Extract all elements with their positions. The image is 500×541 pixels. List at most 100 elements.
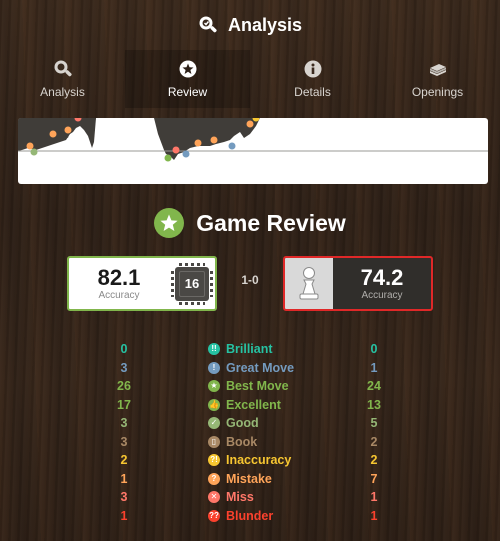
- black-count: 1: [370, 508, 378, 523]
- blunder-icon: ??: [208, 509, 220, 522]
- page-header: Analysis: [0, 0, 500, 50]
- best-move-icon: ★: [208, 380, 220, 392]
- tab-review[interactable]: Review: [125, 50, 250, 108]
- classification-row-best-move[interactable]: 26 ★ Best Move 24: [0, 377, 500, 396]
- classification-name: Miss: [226, 490, 254, 504]
- evaluation-graph[interactable]: [18, 118, 488, 184]
- tab-openings-label: Openings: [411, 85, 464, 99]
- white-count: 0: [120, 342, 128, 356]
- magnifier-icon: [199, 16, 217, 33]
- classification-label: 👍 Excellent: [208, 398, 281, 412]
- chip-icon: 16: [171, 262, 213, 305]
- black-count: 7: [370, 471, 378, 486]
- black-player-card[interactable]: 74.2 Accuracy: [283, 256, 433, 311]
- classification-name: Blunder: [226, 508, 274, 523]
- move-dot-mistake: [64, 126, 72, 134]
- move-dot-great: [182, 150, 190, 158]
- white-accuracy-label: Accuracy: [98, 289, 140, 301]
- white-count: 3: [120, 360, 128, 375]
- info-icon: [304, 60, 321, 78]
- classification-row-excellent[interactable]: 17 👍 Excellent 13: [0, 396, 500, 415]
- miss-icon: ✕: [208, 491, 220, 503]
- classification-label: ✕ Miss: [208, 490, 254, 504]
- tab-review-label: Review: [167, 85, 208, 99]
- classification-label: ?! Inaccuracy: [208, 453, 291, 467]
- black-count: 1: [370, 490, 378, 504]
- black-count: 13: [367, 397, 381, 412]
- classification-name: Great Move: [226, 360, 295, 375]
- classification-name: Excellent: [226, 397, 281, 412]
- classification-row-inaccuracy[interactable]: 2?! Inaccuracy 2: [0, 451, 500, 470]
- classification-name: Book: [226, 434, 258, 449]
- tab-details-label: Details: [294, 85, 331, 99]
- black-count: 2: [370, 453, 378, 467]
- classification-label: !! Brilliant: [208, 342, 273, 356]
- black-count: 1: [370, 360, 378, 375]
- black-count: 5: [370, 416, 378, 430]
- bot-level: 16: [184, 276, 200, 291]
- star-icon: [179, 60, 196, 78]
- white-count: 1: [120, 471, 128, 486]
- white-accuracy-value: 82.1: [97, 264, 141, 290]
- black-count: 24: [367, 379, 381, 393]
- inaccuracy-icon: ?!: [208, 454, 220, 466]
- white-count: 3: [120, 416, 128, 430]
- black-accuracy: 74.2 Accuracy: [333, 258, 431, 309]
- tab-analysis-label: Analysis: [40, 85, 85, 99]
- magnifier-icon: [54, 60, 72, 77]
- game-review-heading: Game Review: [0, 205, 500, 241]
- tab-analysis[interactable]: Analysis: [0, 50, 125, 108]
- black-accuracy-value: 74.2: [360, 264, 404, 290]
- bot-avatar: 16: [169, 258, 215, 309]
- brilliant-icon: !!: [208, 343, 220, 355]
- move-dot-great: [228, 142, 236, 150]
- game-review-title: Game Review: [196, 209, 346, 236]
- classification-name: Inaccuracy: [226, 453, 292, 467]
- move-dot-miss: [172, 146, 180, 154]
- classification-row-book[interactable]: 3 ▯ Book 2: [0, 433, 500, 452]
- star-icon: [154, 208, 185, 238]
- classification-name: Good: [226, 416, 259, 430]
- classification-label: ✓ Good: [208, 416, 259, 430]
- classification-row-miss[interactable]: 3 ✕ Miss 1: [0, 488, 500, 507]
- white-count: 17: [117, 397, 131, 412]
- white-player-card[interactable]: 82.1 Accuracy 16: [67, 256, 217, 311]
- white-count: 2: [120, 453, 128, 467]
- page-title: Analysis: [227, 14, 303, 35]
- pawn-avatar: [285, 258, 333, 309]
- white-count: 3: [120, 434, 128, 449]
- move-dot-mistake: [26, 142, 34, 150]
- classification-row-brilliant[interactable]: 0!! Brilliant 0: [0, 340, 500, 359]
- great-move-icon: !: [208, 361, 220, 374]
- evaluation-graph-svg: [18, 118, 488, 162]
- classification-label: ?? Blunder: [208, 509, 273, 523]
- classification-row-mistake[interactable]: 1 ? Mistake 7: [0, 470, 500, 489]
- white-count: 26: [117, 379, 131, 393]
- game-result: 1-0: [241, 273, 259, 287]
- classification-label: ? Mistake: [208, 472, 272, 486]
- book-stack-icon: [429, 64, 446, 76]
- tab-bar: Analysis Review Details Openings: [0, 50, 500, 108]
- classification-name: Best Move: [226, 379, 289, 393]
- classification-row-blunder[interactable]: 1?? Blunder 1: [0, 507, 500, 526]
- move-dot-mistake: [49, 130, 57, 138]
- move-dot-best: [164, 154, 172, 162]
- black-accuracy-label: Accuracy: [361, 289, 403, 301]
- tab-openings[interactable]: Openings: [375, 50, 500, 108]
- classification-row-good[interactable]: 3 ✓ Good 5: [0, 414, 500, 433]
- black-count: 0: [370, 342, 378, 356]
- move-dot-mistake: [194, 139, 202, 147]
- black-count: 2: [370, 434, 378, 449]
- move-dot-mistake: [246, 120, 254, 128]
- pawn-icon: [299, 266, 319, 299]
- excellent-icon: 👍: [208, 398, 220, 411]
- classification-label: ★ Best Move: [208, 379, 289, 393]
- classification-name: Brilliant: [226, 342, 273, 356]
- classification-label: ▯ Book: [208, 435, 257, 449]
- white-count: 3: [120, 490, 128, 504]
- book-icon: ▯: [208, 435, 220, 448]
- tab-details[interactable]: Details: [250, 50, 375, 108]
- classification-row-great-move[interactable]: 3! Great Move 1: [0, 359, 500, 378]
- move-dot-mistake: [210, 136, 218, 144]
- white-count: 1: [120, 508, 128, 523]
